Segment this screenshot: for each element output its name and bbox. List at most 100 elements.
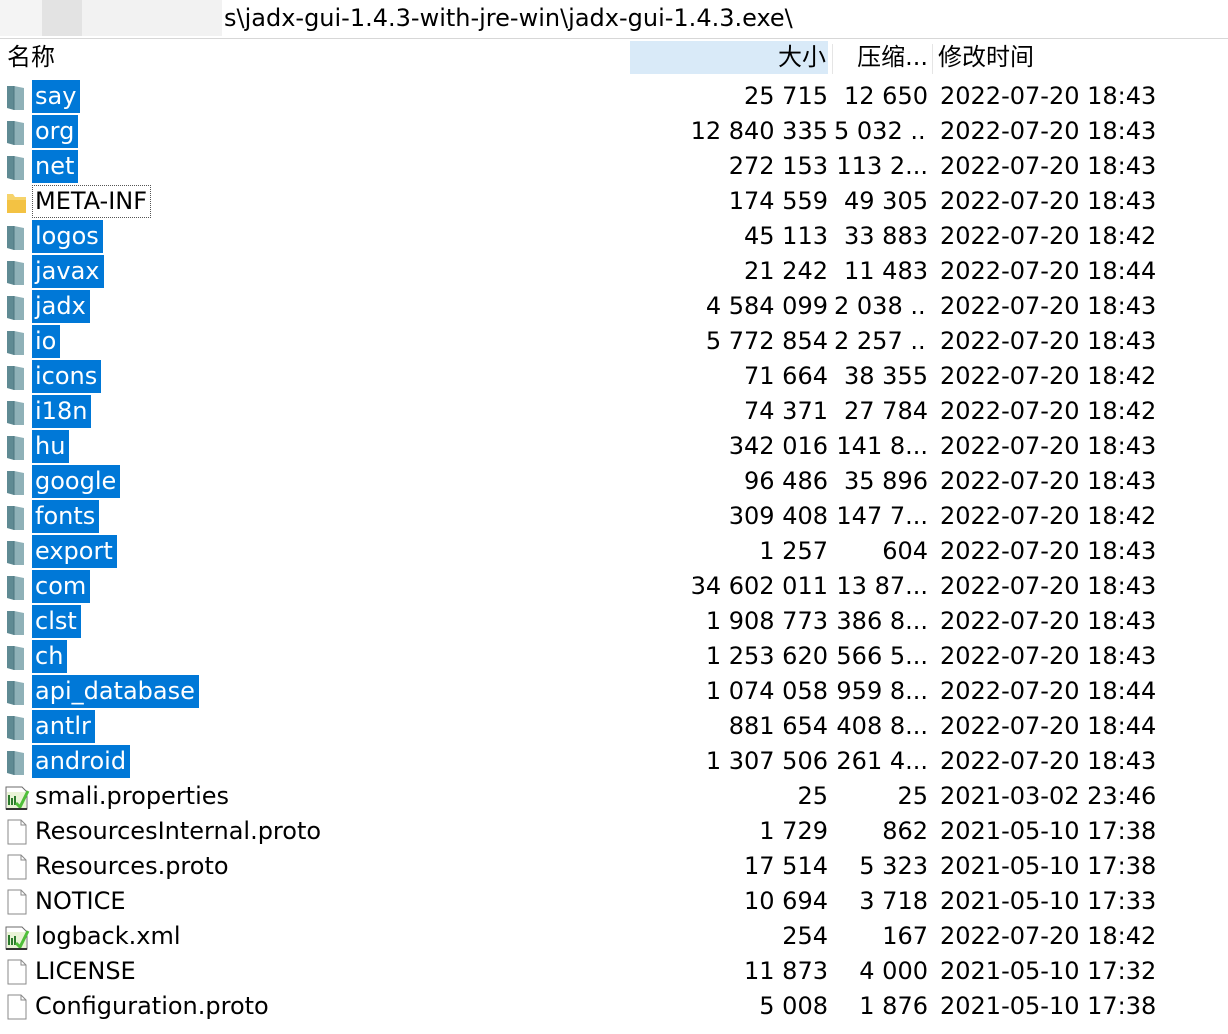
file-row[interactable]: Resources.proto 17 514 5 323 2021-05-10 17:… [0,849,1228,884]
file-name[interactable]: Configuration.proto [32,990,273,1023]
path-bar[interactable]: s\jadx-gui-1.4.3-with-jre-win\jadx-gui-1… [0,0,1228,39]
file-modified-time: 2021-05-10 17:32 [940,957,1157,985]
file-row[interactable]: ResourcesInternal.proto 1 729 862 2021-05-1… [0,814,1228,849]
file-row[interactable]: com 34 602 011 13 87... 2022-07-20 18:43 [0,569,1228,604]
file-name[interactable]: ResourcesInternal.proto [32,815,325,848]
file-name[interactable]: logback.xml [32,920,185,953]
file-name[interactable]: LICENSE [32,955,140,988]
file-row[interactable]: google 96 486 35 896 2022-07-20 18:43 [0,464,1228,499]
file-modified-time: 2022-07-20 18:43 [940,432,1157,460]
file-size: 34 602 011 [690,572,828,600]
file-row[interactable]: net 272 153 113 2... 2022-07-20 18:43 [0,149,1228,184]
folder-icon [4,748,30,776]
file-modified-time: 2022-07-20 18:43 [940,607,1157,635]
column-header-name[interactable]: 名称 [4,41,59,74]
file-size: 10 694 [744,887,828,915]
file-name[interactable]: NOTICE [32,885,130,918]
file-name[interactable]: ch [32,640,68,673]
file-row[interactable]: i18n 74 371 27 784 2022-07-20 18:42 [0,394,1228,429]
file-name[interactable]: icons [32,360,102,393]
file-row[interactable]: LICENSE 11 873 4 000 2021-05-10 17:32 [0,954,1228,989]
path-text[interactable]: s\jadx-gui-1.4.3-with-jre-win\jadx-gui-1… [224,4,793,32]
file-name[interactable]: api_database [32,675,199,708]
file-modified-time: 2021-05-10 17:38 [940,817,1157,845]
folder-icon [4,573,30,601]
file-compressed-size: 261 4... [836,747,928,775]
file-name[interactable]: io [32,325,61,358]
file-modified-time: 2022-07-20 18:42 [940,222,1157,250]
folder-icon [4,433,30,461]
file-row[interactable]: export 1 257 604 2022-07-20 18:43 [0,534,1228,569]
column-divider[interactable] [932,44,933,74]
file-row[interactable]: javax 21 242 11 483 2022-07-20 18:44 [0,254,1228,289]
folder-icon [4,643,30,671]
column-divider[interactable] [832,44,833,74]
column-header-size[interactable]: 大小 [630,41,828,74]
file-size: 21 242 [744,257,828,285]
file-compressed-size: 11 483 [844,257,928,285]
file-compressed-size: 5 032 ... [834,117,928,145]
properties-file-icon [4,783,30,811]
file-name[interactable]: logos [32,220,103,253]
file-row[interactable]: Configuration.proto 5 008 1 876 2021-05-10 … [0,989,1228,1024]
file-size: 881 654 [728,712,828,740]
file-row[interactable]: jadx 4 584 099 2 038 ... 2022-07-20 18:43 [0,289,1228,324]
file-name[interactable]: fonts [32,500,100,533]
file-row[interactable]: hu 342 016 141 8... 2022-07-20 18:43 [0,429,1228,464]
file-row[interactable]: icons 71 664 38 355 2022-07-20 18:42 [0,359,1228,394]
file-name[interactable]: i18n [32,395,92,428]
file-modified-time: 2022-07-20 18:44 [940,677,1157,705]
file-size: 254 [782,922,828,950]
file-name[interactable]: clst [32,605,81,638]
file-name[interactable]: export [32,535,117,568]
file-row[interactable]: org 12 840 335 5 032 ... 2022-07-20 18:43 [0,114,1228,149]
file-row[interactable]: smali.properties 25 25 2021-03-02 23:46 [0,779,1228,814]
file-name[interactable]: javax [32,255,104,288]
file-row[interactable]: android 1 307 506 261 4... 2022-07-20 18:43 [0,744,1228,779]
file-size: 11 873 [744,957,828,985]
file-name[interactable]: jadx [32,290,90,323]
file-row[interactable]: say 25 715 12 650 2022-07-20 18:43 [0,79,1228,114]
file-row[interactable]: api_database 1 074 058 959 8... 2022-07-20 … [0,674,1228,709]
column-header-size-label: 大小 [778,43,826,71]
path-redacted-segment [82,0,222,36]
file-size: 5 772 854 [705,327,828,355]
file-name[interactable]: META-INF [32,185,152,218]
file-name[interactable]: org [32,115,79,148]
file-row[interactable]: ch 1 253 620 566 5... 2022-07-20 18:43 [0,639,1228,674]
file-size: 71 664 [744,362,828,390]
file-row[interactable]: io 5 772 854 2 257 ... 2022-07-20 18:43 [0,324,1228,359]
file-name[interactable]: net [32,150,79,183]
file-name[interactable]: say [32,80,81,113]
file-row[interactable]: fonts 309 408 147 7... 2022-07-20 18:42 [0,499,1228,534]
file-row[interactable]: NOTICE 10 694 3 718 2021-05-10 17:33 [0,884,1228,919]
file-name[interactable]: google [32,465,121,498]
file-size: 1 307 506 [705,747,828,775]
file-modified-time: 2021-05-10 17:33 [940,887,1157,915]
file-row[interactable]: clst 1 908 773 386 8... 2022-07-20 18:43 [0,604,1228,639]
column-header: 名称 大小 压缩... 修改时间 [0,40,1228,78]
file-row[interactable]: logos 45 113 33 883 2022-07-20 18:42 [0,219,1228,254]
file-compressed-size: 5 323 [859,852,928,880]
file-size: 1 074 058 [705,677,828,705]
folder-icon [4,713,30,741]
file-name[interactable]: smali.properties [32,780,233,813]
file-name[interactable]: antlr [32,710,95,743]
file-compressed-size: 2 257 ... [834,327,928,355]
file-row[interactable]: antlr 881 654 408 8... 2022-07-20 18:44 [0,709,1228,744]
file-name[interactable]: Resources.proto [32,850,233,883]
file-modified-time: 2022-07-20 18:42 [940,397,1157,425]
file-name[interactable]: com [32,570,91,603]
file-row[interactable]: logback.xml 254 167 2022-07-20 18:42 [0,919,1228,954]
folder-icon [4,118,30,146]
file-name[interactable]: android [32,745,131,778]
file-row[interactable]: META-INF 174 559 49 305 2022-07-20 18:43 [0,184,1228,219]
file-name[interactable]: hu [32,430,70,463]
file-size: 5 008 [759,992,828,1020]
file-modified-time: 2022-07-20 18:43 [940,152,1157,180]
file-modified-time: 2022-07-20 18:43 [940,467,1157,495]
blank-file-icon [4,888,30,916]
column-header-compressed[interactable]: 压缩... [834,41,928,74]
file-compressed-size: 49 305 [844,187,928,215]
column-header-modified[interactable]: 修改时间 [938,41,1034,74]
